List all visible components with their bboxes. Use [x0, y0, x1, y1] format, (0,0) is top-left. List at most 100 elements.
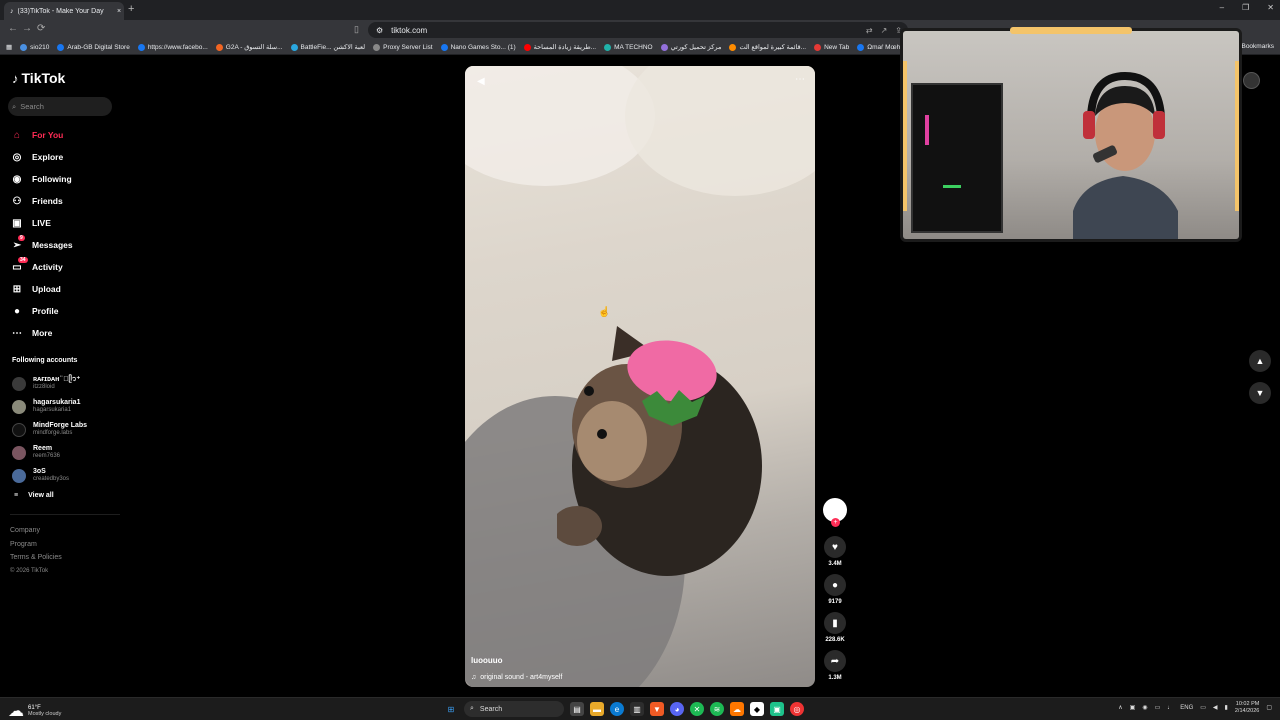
- translate-icon[interactable]: ⇄: [866, 26, 873, 35]
- sidebar-item-upload[interactable]: ⊞ Upload: [10, 278, 120, 300]
- site-info-icon[interactable]: ⚙: [376, 26, 383, 35]
- store-icon[interactable]: ▥: [630, 702, 644, 716]
- sidebar-item-friends[interactable]: ⚇ Friends: [10, 190, 120, 212]
- sidebar-item-profile[interactable]: ● Profile: [10, 300, 120, 322]
- like-button[interactable]: ♥: [824, 536, 846, 558]
- language-indicator[interactable]: ENG: [1180, 705, 1193, 711]
- tray-app-icon[interactable]: ▭: [1155, 704, 1161, 711]
- soundcloud-icon[interactable]: ☁: [730, 702, 744, 716]
- tray-app-icon[interactable]: ◉: [1142, 704, 1147, 711]
- microphone-icon[interactable]: ♩: [1167, 705, 1173, 711]
- forward-icon[interactable]: →: [22, 23, 32, 34]
- taskbar-search[interactable]: ⌕ Search: [464, 701, 564, 717]
- network-icon[interactable]: ▭: [1200, 704, 1206, 711]
- tray-app-icon[interactable]: ▣: [1130, 704, 1136, 711]
- chevron-up-icon[interactable]: ∧: [1118, 704, 1122, 711]
- list-item[interactable]: 3oS createdby3os: [12, 464, 122, 487]
- tiktok-favicon-icon: ♪: [10, 7, 14, 15]
- creator-avatar[interactable]: +: [823, 498, 847, 527]
- battery-icon[interactable]: ▮: [1225, 704, 1228, 711]
- footer-link-terms[interactable]: Terms & Policies: [10, 551, 62, 565]
- previous-video-button[interactable]: ▲: [1249, 350, 1271, 372]
- video-actions: + ♥ 3.4M ● 9179 ▮ 228.6K ➦ 1.3M: [822, 498, 848, 688]
- notifications-icon[interactable]: ▢: [1266, 704, 1272, 711]
- back-icon[interactable]: ←: [8, 23, 18, 34]
- video-caption[interactable]: luoouuo: [471, 656, 503, 665]
- browser-tab[interactable]: ♪ (33)TikTok - Make Your Day ×: [4, 2, 124, 20]
- view-all-link[interactable]: ≡ View all: [14, 492, 54, 499]
- search-icon: ⌕: [470, 705, 474, 712]
- system-tray: ∧ ▣ ◉ ▭ ♩ ENG ▭ ◀ ▮ 10:02 PM 2/14/2026 ▢: [1118, 701, 1272, 714]
- discord-icon[interactable]: ◕: [670, 702, 684, 716]
- maximize-button[interactable]: ❐: [1242, 3, 1249, 12]
- bookmark-item[interactable]: Nano Games Sto... (1): [440, 43, 516, 51]
- bookmark-item[interactable]: New Tab: [814, 43, 849, 51]
- open-external-icon[interactable]: ↗: [881, 26, 888, 35]
- brave-icon[interactable]: ▼: [650, 702, 664, 716]
- comment-icon: ●: [831, 579, 839, 591]
- app-icon[interactable]: ▣: [770, 702, 784, 716]
- app-icon[interactable]: ◆: [750, 702, 764, 716]
- sidebar-item-activity[interactable]: ▭ 34 Activity: [10, 256, 120, 278]
- footer-link-company[interactable]: Company: [10, 524, 62, 538]
- windows-start-icon[interactable]: ⊞: [444, 702, 458, 716]
- clock[interactable]: 10:02 PM 2/14/2026: [1235, 701, 1259, 714]
- video-player[interactable]: ◀ ⋯ luoouuo ♫ original sound - art4mysel…: [465, 66, 815, 687]
- volume-icon[interactable]: ◀: [477, 76, 485, 87]
- tiktok-logo[interactable]: ♪ TikTok: [12, 70, 65, 86]
- profile-icon: ●: [13, 305, 21, 317]
- next-video-button[interactable]: ▼: [1249, 382, 1271, 404]
- footer-link-program[interactable]: Program: [10, 538, 62, 552]
- list-item[interactable]: hagarsukaria1 hagarsukaria1: [12, 395, 122, 418]
- address-bar[interactable]: ⚙ tiktok.com ⇄ ↗ ⇪: [368, 22, 908, 38]
- sidebar-item-explore[interactable]: ◎ Explore: [10, 146, 120, 168]
- facebook-icon: [137, 43, 145, 51]
- share-count: 1.3M: [828, 675, 842, 681]
- xbox-icon[interactable]: ✕: [690, 702, 704, 716]
- sidebar-item-live[interactable]: ▣ LIVE: [10, 212, 120, 234]
- bookmark-item[interactable]: طريقة زيادة المساحة...: [523, 43, 596, 51]
- sidebar-item-following[interactable]: ◉ Following: [10, 168, 120, 190]
- list-item[interactable]: Reem reem7636: [12, 441, 122, 464]
- save-button[interactable]: ▮: [824, 612, 846, 634]
- tiktok-note-icon: ♪: [12, 70, 19, 86]
- user-avatar[interactable]: [1243, 72, 1260, 89]
- webcam-overlay: [900, 28, 1242, 242]
- follow-plus-icon[interactable]: +: [831, 518, 840, 527]
- bookmark-item[interactable]: Proxy Server List: [373, 43, 433, 51]
- like-count: 3.4M: [828, 561, 842, 567]
- bookmark-item[interactable]: sio210: [20, 43, 49, 51]
- more-options-icon[interactable]: ⋯: [795, 74, 805, 85]
- tab-close-icon[interactable]: ×: [114, 8, 124, 15]
- bookmark-item[interactable]: Arab-GB Digital Store: [57, 43, 130, 51]
- window-controls: – ❐ ✕: [1220, 3, 1274, 12]
- minimize-button[interactable]: –: [1220, 3, 1224, 12]
- bookmark-item[interactable]: مركز تحميل كورتي: [660, 43, 721, 51]
- app-icon[interactable]: ◎: [790, 702, 804, 716]
- file-explorer-icon[interactable]: ▬: [590, 702, 604, 716]
- task-view-icon[interactable]: ▤: [570, 702, 584, 716]
- list-item[interactable]: ʀᴀғɪᴅᴀʜ ̈ ⃝ᥫ᭡⁺ itzz8loid: [12, 372, 122, 395]
- list-item[interactable]: MindForge Labs mindforge.labs: [12, 418, 122, 441]
- sidebar-item-messages[interactable]: ➢ 9 Messages: [10, 234, 120, 256]
- share-button[interactable]: ➦: [824, 650, 846, 672]
- sidebar-item-more[interactable]: ⋯ More: [10, 322, 120, 344]
- edge-icon[interactable]: e: [610, 702, 624, 716]
- bookmark-item[interactable]: قائمة كبيرة لمواقع الت...: [729, 43, 806, 51]
- volume-icon[interactable]: ◀: [1213, 704, 1218, 711]
- bookmark-item[interactable]: MA TECHNO: [604, 43, 653, 51]
- close-window-button[interactable]: ✕: [1267, 3, 1274, 12]
- bookmark-item[interactable]: https://www.facebo...: [137, 43, 208, 51]
- reload-icon[interactable]: ⟳: [37, 23, 45, 34]
- weather-widget[interactable]: ☁ 61°F Mostly cloudy: [8, 701, 61, 720]
- new-tab-button[interactable]: +: [128, 3, 134, 15]
- apps-icon[interactable]: ▦: [6, 43, 12, 51]
- spotify-icon[interactable]: ≋: [710, 702, 724, 716]
- bookmark-item[interactable]: G2A - سلة التسوق...: [215, 43, 283, 51]
- bookmark-icon[interactable]: ▯: [354, 24, 359, 35]
- comment-button[interactable]: ●: [824, 574, 846, 596]
- video-sound[interactable]: ♫ original sound - art4myself: [471, 674, 562, 681]
- sidebar-item-for-you[interactable]: ⌂ For You: [10, 124, 120, 146]
- search-input[interactable]: ⌕ Search: [8, 97, 112, 116]
- bookmark-item[interactable]: BattleFie... لعبة الاكشن: [290, 43, 365, 51]
